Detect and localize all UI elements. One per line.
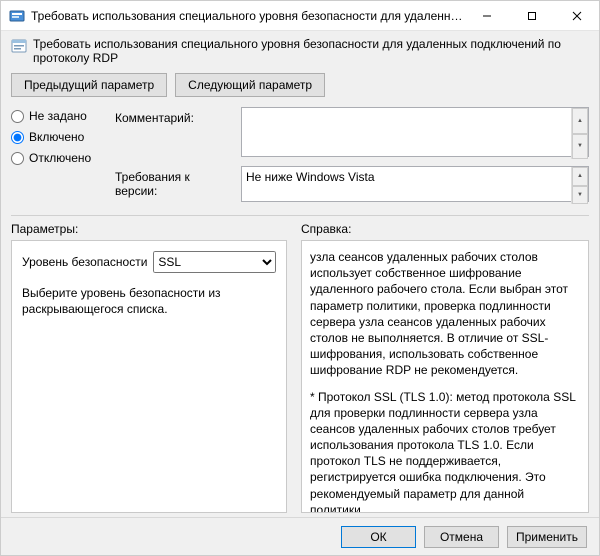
cancel-button[interactable]: Отмена <box>424 526 499 548</box>
security-level-row: Уровень безопасности SSL <box>22 251 276 273</box>
help-paragraph: * Протокол SSL (TLS 1.0): метод протокол… <box>310 389 580 514</box>
policy-icon <box>11 38 27 54</box>
state-radio-group: Не задано Включено Отключено <box>11 107 111 205</box>
comment-row: Комментарий: ▲▼ <box>115 107 589 160</box>
app-icon <box>9 8 25 24</box>
dialog-content: Требовать использования специального уро… <box>1 31 599 517</box>
lower-row: Уровень безопасности SSL Выберите уровен… <box>11 240 589 513</box>
apply-button[interactable]: Применить <box>507 526 587 548</box>
title-bar: Требовать использования специального уро… <box>1 1 599 31</box>
params-section-label: Параметры: <box>11 222 287 236</box>
radio-disabled[interactable]: Отключено <box>11 151 111 165</box>
minimize-button[interactable] <box>464 1 509 30</box>
radio-enabled-input[interactable] <box>11 131 24 144</box>
radio-not-configured-label: Не задано <box>29 109 87 123</box>
help-section-label: Справка: <box>301 222 589 236</box>
policy-header: Требовать использования специального уро… <box>11 37 589 65</box>
section-labels: Параметры: Справка: <box>11 222 589 236</box>
supported-label: Требования к версии: <box>115 166 235 205</box>
radio-not-configured-input[interactable] <box>11 110 24 123</box>
supported-input <box>241 166 589 202</box>
radio-not-configured[interactable]: Не задано <box>11 109 111 123</box>
radio-disabled-label: Отключено <box>29 151 91 165</box>
policy-title: Требовать использования специального уро… <box>33 37 589 65</box>
radio-disabled-input[interactable] <box>11 152 24 165</box>
nav-row: Предыдущий параметр Следующий параметр <box>11 73 589 97</box>
previous-setting-button[interactable]: Предыдущий параметр <box>11 73 167 97</box>
radio-enabled[interactable]: Включено <box>11 130 111 144</box>
next-setting-button[interactable]: Следующий параметр <box>175 73 325 97</box>
fields-column: Комментарий: ▲▼ Требования к версии: ▲▼ <box>115 107 589 205</box>
security-level-hint: Выберите уровень безопасности из раскрыв… <box>22 285 276 317</box>
help-pane[interactable]: узла сеансов удаленных рабочих столов ис… <box>301 240 589 513</box>
window-controls <box>464 1 599 30</box>
comment-label: Комментарий: <box>115 107 235 160</box>
ok-button[interactable]: ОК <box>341 526 416 548</box>
window-title: Требовать использования специального уро… <box>31 9 464 23</box>
security-level-label: Уровень безопасности <box>22 255 147 269</box>
comment-scroll[interactable]: ▲▼ <box>571 108 588 159</box>
close-button[interactable] <box>554 1 599 30</box>
security-level-select[interactable]: SSL <box>153 251 276 273</box>
parameters-pane: Уровень безопасности SSL Выберите уровен… <box>11 240 287 513</box>
settings-block: Не задано Включено Отключено Комментарий… <box>11 107 589 205</box>
separator <box>11 215 589 216</box>
radio-enabled-label: Включено <box>29 130 84 144</box>
help-paragraph: узла сеансов удаленных рабочих столов ис… <box>310 249 580 379</box>
comment-input[interactable] <box>241 107 589 157</box>
dialog-buttons: ОК Отмена Применить <box>1 517 599 555</box>
supported-row: Требования к версии: ▲▼ <box>115 166 589 205</box>
maximize-button[interactable] <box>509 1 554 30</box>
supported-scroll[interactable]: ▲▼ <box>571 167 588 204</box>
